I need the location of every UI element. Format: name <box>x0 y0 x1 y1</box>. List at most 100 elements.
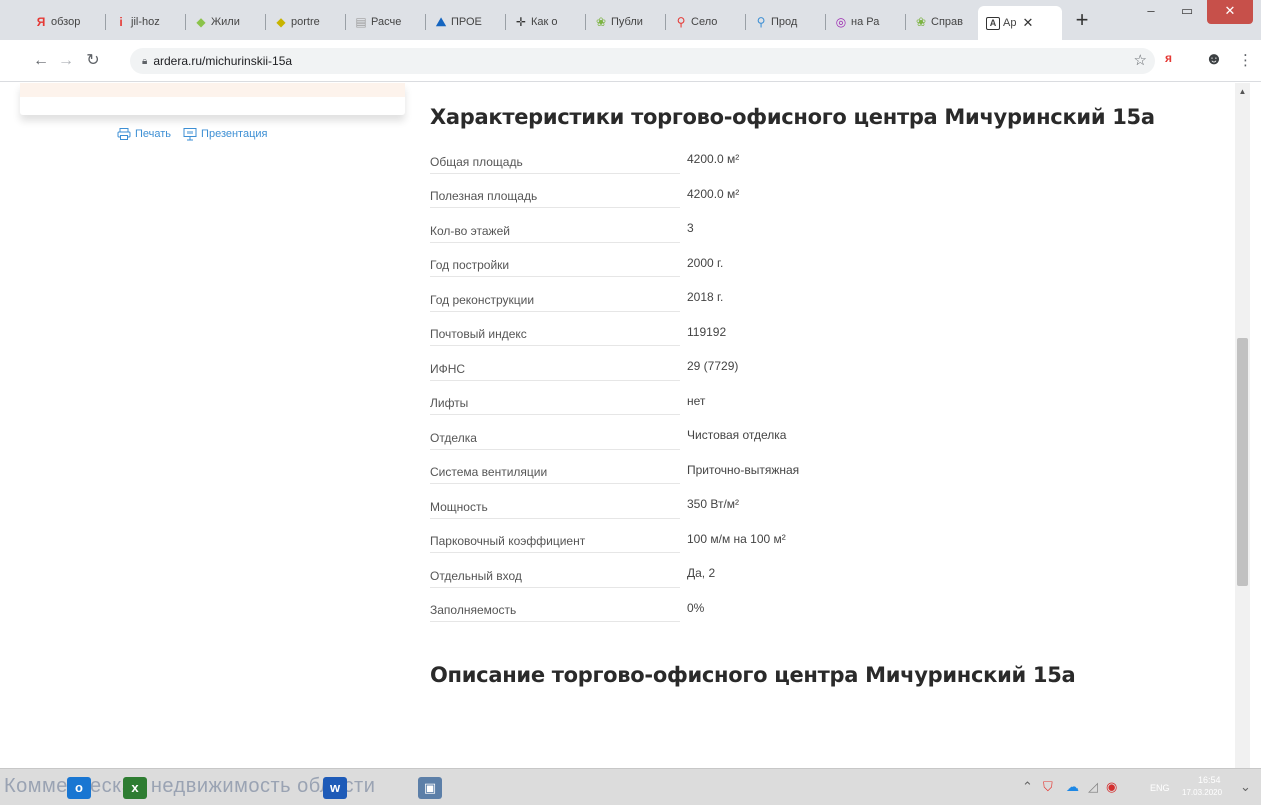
browser-tab[interactable]: ❀ Справ <box>910 8 984 36</box>
notification-icon[interactable]: ⌄ <box>1240 779 1251 795</box>
tab-separator <box>905 14 906 30</box>
presentation-link[interactable]: Презентация <box>183 127 268 141</box>
yandex-extension-icon[interactable]: я <box>1165 51 1172 65</box>
volume-tray-icon[interactable]: ◉ <box>1106 779 1117 795</box>
close-window-button[interactable]: ✕ <box>1207 0 1253 24</box>
monitor-app-icon[interactable]: ▣ <box>418 777 442 799</box>
tab-separator <box>665 14 666 30</box>
globe-icon: ◎ <box>835 15 847 29</box>
browser-tab[interactable]: ◎ на Ра <box>830 8 904 36</box>
tab-separator <box>185 14 186 30</box>
plus-icon: ✛ <box>515 15 527 29</box>
maximize-button[interactable]: ▭ <box>1169 0 1205 24</box>
scrollbar-thumb[interactable] <box>1237 338 1248 586</box>
printer-icon <box>117 128 131 140</box>
browser-tab-strip: Яобзор i jil-hoz ◆ Жили ◆ portre ▤ Расче ⛰ ПРОЕ ✛ Ка… <box>0 0 1261 40</box>
forward-button[interactable]: → <box>55 50 77 72</box>
outlook-app-icon[interactable]: o <box>67 777 91 799</box>
spec-label: Лифты <box>430 388 680 416</box>
tab-separator <box>585 14 586 30</box>
spec-row: Общая площадь 4200.0 м² <box>430 143 850 178</box>
spec-value: Чистовая отделка <box>687 428 787 442</box>
spec-row: Система вентиляции Приточно-вытяжная <box>430 454 850 489</box>
clock-time[interactable]: 16:54 <box>1198 775 1221 785</box>
address-bar[interactable]: 🔒︎ ardera.ru/michurinskii-15a ☆ <box>130 48 1155 74</box>
spec-row: Отдельный вход Да, 2 <box>430 557 850 592</box>
spec-label: Год постройки <box>430 250 680 278</box>
reload-button[interactable]: ↻ <box>82 50 104 72</box>
tab-label: Справ <box>931 16 963 28</box>
document-icon: ▤ <box>355 15 367 29</box>
spec-value: 2000 г. <box>687 255 724 270</box>
tab-active[interactable]: A Ар ✕ <box>978 6 1062 40</box>
cloud-tray-icon[interactable]: ☁ <box>1066 779 1079 795</box>
new-tab-button[interactable]: + <box>1070 9 1094 33</box>
spec-value: 0% <box>687 600 705 615</box>
spec-label: Заполняемость <box>430 595 680 623</box>
ardera-icon: A <box>986 16 1000 30</box>
print-link[interactable]: Печать <box>117 127 171 141</box>
browser-tab[interactable]: ❀ Публи <box>590 8 664 36</box>
tab-label: обзор <box>51 16 81 28</box>
spec-label: ИФНС <box>430 354 680 381</box>
word-app-icon[interactable]: w <box>323 777 347 799</box>
spec-row: Лифты нет <box>430 385 850 420</box>
spec-label: Отдельный вход <box>430 561 680 588</box>
spec-value: 100 м/м на 100 м² <box>687 531 786 546</box>
security-tray-icon[interactable]: ⛉ <box>1043 779 1053 795</box>
browser-tab[interactable]: ⚲ Прод <box>750 8 824 36</box>
minimize-button[interactable]: ‒ <box>1133 0 1169 24</box>
spec-label: Отделка <box>430 423 680 450</box>
browser-tab[interactable]: ✛ Как о <box>510 8 584 36</box>
presentation-label: Презентация <box>201 128 268 140</box>
clock-date[interactable]: 17.03.2020 <box>1182 788 1222 797</box>
tab-label: Ар <box>1003 17 1017 29</box>
spec-label: Полезная площадь <box>430 181 680 209</box>
browser-tab[interactable]: ◆ portre <box>270 8 344 36</box>
menu-dots-icon[interactable]: ⋮ <box>1238 51 1253 69</box>
spec-value: 4200.0 м² <box>687 186 740 201</box>
network-tray-icon[interactable]: ◿ <box>1088 779 1098 795</box>
presentation-icon <box>183 128 197 141</box>
browser-tab[interactable]: Яобзор <box>30 8 104 36</box>
spec-value: 2018 г. <box>687 290 724 304</box>
account-icon[interactable]: ☻ <box>1205 49 1223 69</box>
page-viewport: Печать Презентация Характеристики торгов… <box>0 83 1261 768</box>
browser-tab[interactable]: ⛰ ПРОЕ <box>430 8 504 36</box>
browser-tab[interactable]: ◆ Жили <box>190 8 264 36</box>
leaf-icon: ◆ <box>276 15 286 29</box>
spec-label: Кол-во этажей <box>430 216 680 243</box>
browser-tab[interactable]: ⚲ Село <box>670 8 744 36</box>
spec-row: Заполняемость 0% <box>430 592 850 627</box>
map-pin-icon: ⚲ <box>756 15 766 29</box>
tab-label: Публи <box>611 16 643 28</box>
yandex-icon: Я <box>36 15 46 29</box>
back-button[interactable]: ← <box>30 50 52 72</box>
close-tab-icon[interactable]: ✕ <box>1022 15 1033 31</box>
spec-label: Система вентиляции <box>430 457 680 485</box>
spec-row: Парковочный коэффициент 100 м/м на 100 м² <box>430 523 850 558</box>
scroll-up-arrow-icon[interactable]: ▲ <box>1235 87 1250 96</box>
browser-toolbar: ← → ↻ 🔒︎ ardera.ru/michurinskii-15a ☆ я … <box>0 40 1261 82</box>
browser-tab[interactable]: ▤ Расче <box>350 8 424 36</box>
excel-app-icon[interactable]: x <box>123 777 147 799</box>
spec-value: 29 (7729) <box>687 359 739 373</box>
tab-separator <box>345 14 346 30</box>
browser-tab[interactable]: i jil-hoz <box>110 8 184 36</box>
tab-separator <box>105 14 106 30</box>
spec-value: Приточно-вытяжная <box>687 462 800 477</box>
info-icon: i <box>119 15 123 29</box>
language-indicator[interactable]: ENG <box>1150 783 1170 793</box>
os-taskbar: Коммерческая недвижимость области oxw ▣ … <box>0 768 1261 805</box>
spec-value: 3 <box>687 221 694 235</box>
tab-label: Жили <box>211 16 240 28</box>
tab-label: portre <box>291 16 320 28</box>
spec-value: 119192 <box>687 324 727 339</box>
tab-label: на Ра <box>851 16 880 28</box>
specs-title: Характеристики торгово-офисного центра М… <box>430 105 1155 129</box>
sidebar-actions: Печать Презентация <box>117 127 268 141</box>
page-scrollbar[interactable]: ▲ <box>1235 83 1250 768</box>
spec-row: Почтовый индекс 119192 <box>430 316 850 351</box>
bookmark-star-icon[interactable]: ☆ <box>1134 51 1147 69</box>
chevron-up-icon[interactable]: ⌃ <box>1022 779 1033 795</box>
